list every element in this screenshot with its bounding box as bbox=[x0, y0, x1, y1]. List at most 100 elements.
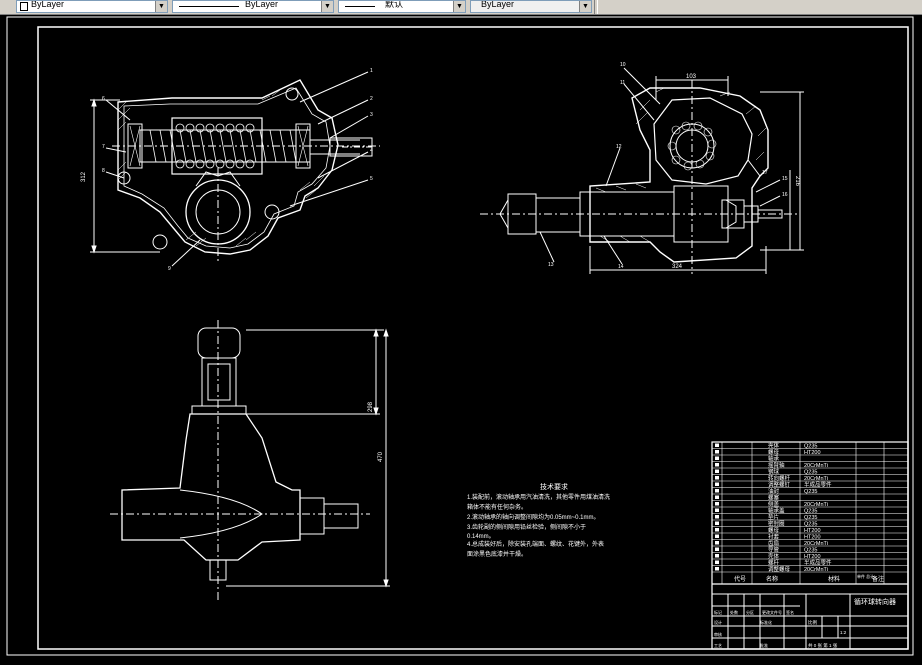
tech-req-line-2: 箱体不能有任何杂务。 bbox=[467, 503, 527, 511]
part-material: Q235 bbox=[804, 515, 817, 521]
part-name: 调整螺钉 bbox=[768, 480, 791, 488]
sign-label-mark: 标记 bbox=[714, 609, 722, 615]
part-name: 摇臂轴 bbox=[768, 461, 785, 469]
tech-req-line-3: 2.滚动轴承的轴向调整间隙均为0.05mm~0.1mm。 bbox=[467, 513, 600, 521]
part-name: 油封 bbox=[768, 487, 780, 495]
header-weight: 单件 总计 bbox=[857, 573, 874, 579]
balloon-11: 11 bbox=[620, 80, 625, 86]
sign-label-count: 处数 bbox=[730, 609, 738, 615]
part-name: 转向螺杆 bbox=[768, 474, 791, 482]
part-name: 螺母 bbox=[768, 526, 780, 534]
top-view bbox=[110, 320, 390, 600]
tech-req-line-7: 面涂黑色底漆并干燥。 bbox=[467, 550, 527, 558]
lineweight-preview bbox=[345, 6, 375, 7]
balloon-10: 10 bbox=[620, 62, 626, 68]
part-name: 衬套 bbox=[768, 532, 780, 540]
part-name: 齿扇 bbox=[768, 539, 779, 547]
tech-req-line-5: 0.14mm。 bbox=[467, 534, 495, 540]
part-material: HT200 bbox=[804, 554, 821, 560]
part-name: 密封圈 bbox=[768, 519, 785, 527]
tech-req-line-1: 1.装配前，滚动轴承用汽油清洗，其他零件用煤油清洗 bbox=[467, 493, 610, 501]
part-index-mark bbox=[715, 502, 719, 506]
part-name: 轴承 bbox=[768, 454, 780, 462]
sign-label-design: 设计 bbox=[714, 619, 722, 625]
part-material: 20CrMnTi bbox=[804, 567, 828, 573]
part-index-mark bbox=[715, 547, 719, 551]
dim-vertical-inner: 298 bbox=[368, 401, 374, 412]
part-name: 垫片 bbox=[768, 513, 779, 521]
part-index-mark bbox=[715, 489, 719, 493]
part-name: 壳体 bbox=[768, 552, 780, 560]
part-name: 轴承盖 bbox=[768, 506, 785, 514]
balloon-4: 4 bbox=[370, 148, 373, 154]
header-code: 代号 bbox=[734, 575, 746, 583]
linetype-preview bbox=[179, 6, 239, 7]
part-index-mark bbox=[715, 541, 719, 545]
part-material: HT200 bbox=[804, 450, 821, 456]
part-material: Q235 bbox=[804, 508, 817, 514]
balloon-6: 6 bbox=[102, 96, 105, 102]
chevron-down-icon[interactable]: ▼ bbox=[321, 1, 333, 12]
lineweight-value: 默认 bbox=[385, 0, 404, 9]
dim-top-width: 103 bbox=[686, 74, 697, 80]
part-index-mark bbox=[715, 560, 719, 564]
part-material: HT200 bbox=[804, 528, 821, 534]
part-index-mark bbox=[715, 469, 719, 473]
part-name: 导管 bbox=[768, 545, 780, 553]
sign-label-standard: 标准化 bbox=[760, 619, 772, 625]
part-index-mark bbox=[715, 508, 719, 512]
part-index-mark bbox=[715, 482, 719, 486]
linetype-dropdown[interactable]: ByLayer ▼ bbox=[172, 0, 334, 13]
part-material: 20CrMnTi bbox=[804, 541, 828, 547]
part-material: 20CrMnTi bbox=[804, 502, 828, 508]
technical-requirements: 技术要求 1.装配前，滚动轴承用汽油清洗，其他零件用煤油清洗 箱体不能有任何杂务… bbox=[467, 482, 610, 558]
scale-value: 1:2 bbox=[840, 630, 847, 635]
sheet-text: 共 0 张 第 1 张 bbox=[808, 642, 838, 649]
part-index-mark bbox=[715, 528, 719, 532]
chevron-down-icon[interactable]: ▼ bbox=[155, 1, 167, 12]
chevron-down-icon[interactable]: ▼ bbox=[453, 1, 465, 12]
drawing-canvas[interactable]: 312 103 216 324 298 470 1 2 3 4 5 6 7 8 … bbox=[0, 15, 922, 660]
toolbar-separator bbox=[594, 0, 598, 14]
sign-label-doc: 更改文件号 bbox=[762, 609, 782, 615]
properties-toolbar: ByLayer ▼ ByLayer ▼ 默认 ▼ ByLayer ▼ bbox=[0, 0, 922, 15]
balloon-14: 14 bbox=[618, 264, 624, 270]
balloon-9: 9 bbox=[168, 266, 171, 272]
part-index-mark bbox=[715, 463, 719, 467]
part-material: 半成品零件 bbox=[804, 558, 832, 566]
part-name: 钢球 bbox=[768, 467, 780, 475]
lineweight-dropdown[interactable]: 默认 ▼ bbox=[338, 0, 466, 13]
drawing-svg: 312 103 216 324 298 470 1 2 3 4 5 6 7 8 … bbox=[6, 16, 914, 656]
balloon-5: 5 bbox=[370, 176, 373, 182]
layer-dropdown[interactable]: ByLayer ▼ bbox=[16, 0, 168, 13]
side-section-view bbox=[480, 67, 804, 274]
header-material: 材料 bbox=[828, 575, 840, 583]
part-material: Q235 bbox=[804, 489, 817, 495]
sign-label-approve: 批准 bbox=[760, 642, 768, 648]
part-material: 半成品零件 bbox=[804, 480, 832, 488]
dim-bottom-width: 324 bbox=[672, 264, 683, 270]
balloon-2: 2 bbox=[370, 96, 373, 102]
part-name: 壳体 bbox=[768, 441, 780, 449]
part-index-mark bbox=[715, 476, 719, 480]
plotstyle-dropdown[interactable]: ByLayer ▼ bbox=[470, 0, 592, 13]
part-index-mark bbox=[715, 554, 719, 558]
part-name: 调整螺母 bbox=[768, 565, 791, 573]
balloon-16: 16 bbox=[782, 192, 788, 198]
part-material: 20CrMnTi bbox=[804, 463, 828, 469]
part-material: Q235 bbox=[804, 547, 817, 553]
dim-vertical-outer: 470 bbox=[378, 451, 384, 462]
layer-value: ByLayer bbox=[31, 0, 65, 9]
part-name: 侧盖 bbox=[768, 500, 780, 508]
plotstyle-value: ByLayer bbox=[481, 0, 515, 9]
chevron-down-icon[interactable]: ▼ bbox=[579, 1, 591, 12]
part-index-mark bbox=[715, 515, 719, 519]
part-material: Q235 bbox=[804, 521, 817, 527]
balloon-12: 12 bbox=[616, 144, 622, 150]
sign-label-review: 审核 bbox=[714, 631, 722, 637]
part-index-mark bbox=[715, 567, 719, 571]
part-material: Q235 bbox=[804, 469, 817, 475]
part-name: 螺杆 bbox=[768, 558, 780, 566]
sign-label-zone: 分区 bbox=[746, 609, 754, 615]
part-material: Q235 bbox=[804, 443, 817, 449]
